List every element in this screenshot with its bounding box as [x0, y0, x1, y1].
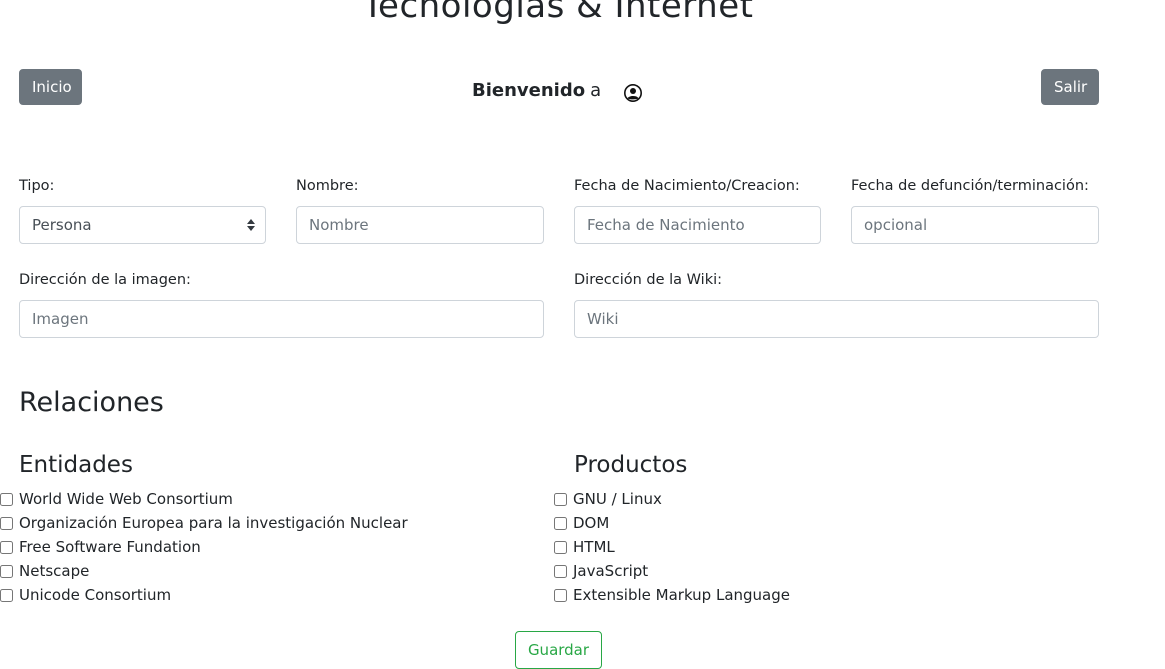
- nombre-input[interactable]: [296, 206, 544, 244]
- entidad-label: Unicode Consortium: [19, 586, 172, 604]
- nacimiento-label: Fecha de Nacimiento/Creacion:: [574, 178, 800, 194]
- producto-label: HTML: [573, 538, 615, 556]
- producto-item: Extensible Markup Language: [554, 583, 790, 607]
- entidad-label: World Wide Web Consortium: [19, 490, 233, 508]
- producto-checkbox[interactable]: [554, 516, 567, 530]
- entidad-item: Organización Europea para la investigaci…: [0, 511, 408, 535]
- entidad-label: Netscape: [19, 562, 90, 580]
- entidad-checkbox[interactable]: [0, 492, 13, 506]
- tipo-label: Tipo:: [19, 178, 55, 194]
- select-arrows-icon: [247, 219, 255, 231]
- entidad-item: Unicode Consortium: [0, 583, 408, 607]
- relaciones-heading: Relaciones: [19, 387, 164, 418]
- home-button[interactable]: Inicio: [19, 69, 82, 105]
- producto-label: Extensible Markup Language: [573, 586, 790, 604]
- entidad-label: Free Software Fundation: [19, 538, 201, 556]
- entidad-checkbox[interactable]: [0, 564, 13, 578]
- producto-item: DOM: [554, 511, 790, 535]
- producto-item: HTML: [554, 535, 790, 559]
- entidad-checkbox[interactable]: [0, 588, 13, 602]
- wiki-label: Dirección de la Wiki:: [574, 272, 723, 288]
- producto-item: GNU / Linux: [554, 487, 790, 511]
- producto-label: DOM: [573, 514, 610, 532]
- page-title: Tecnologías & Internet: [362, 0, 754, 26]
- productos-list: GNU / Linux DOM HTML JavaScript Extensib…: [554, 487, 790, 607]
- producto-checkbox[interactable]: [554, 564, 567, 578]
- entidad-item: Netscape: [0, 559, 408, 583]
- tipo-select[interactable]: Persona: [19, 206, 266, 244]
- nacimiento-input[interactable]: [574, 206, 821, 244]
- producto-checkbox[interactable]: [554, 588, 567, 602]
- producto-checkbox[interactable]: [554, 540, 567, 554]
- username: a: [590, 80, 602, 101]
- producto-item: JavaScript: [554, 559, 790, 583]
- producto-checkbox[interactable]: [554, 492, 567, 506]
- productos-heading: Productos: [574, 452, 688, 478]
- defuncion-label: Fecha de defunción/terminación:: [851, 178, 1089, 194]
- entidad-label: Organización Europea para la investigaci…: [19, 514, 408, 532]
- entidad-item: World Wide Web Consortium: [0, 487, 408, 511]
- welcome-text: Bienvenido: [472, 80, 586, 101]
- user-circle-icon[interactable]: [623, 83, 643, 103]
- entidades-list: World Wide Web Consortium Organización E…: [0, 487, 408, 607]
- imagen-label: Dirección de la imagen:: [19, 272, 191, 288]
- imagen-input[interactable]: [19, 300, 544, 338]
- wiki-input[interactable]: [574, 300, 1099, 338]
- logout-button[interactable]: Salir: [1041, 69, 1099, 105]
- save-button[interactable]: Guardar: [515, 631, 602, 669]
- producto-label: JavaScript: [573, 562, 649, 580]
- entidad-checkbox[interactable]: [0, 540, 13, 554]
- entidades-heading: Entidades: [19, 452, 133, 478]
- producto-label: GNU / Linux: [573, 490, 662, 508]
- nombre-label: Nombre:: [296, 178, 359, 194]
- welcome-message: Bienvenido a: [472, 78, 643, 104]
- entidad-item: Free Software Fundation: [0, 535, 408, 559]
- defuncion-input[interactable]: [851, 206, 1099, 244]
- tipo-selected-value: Persona: [32, 216, 92, 234]
- entidad-checkbox[interactable]: [0, 516, 13, 530]
